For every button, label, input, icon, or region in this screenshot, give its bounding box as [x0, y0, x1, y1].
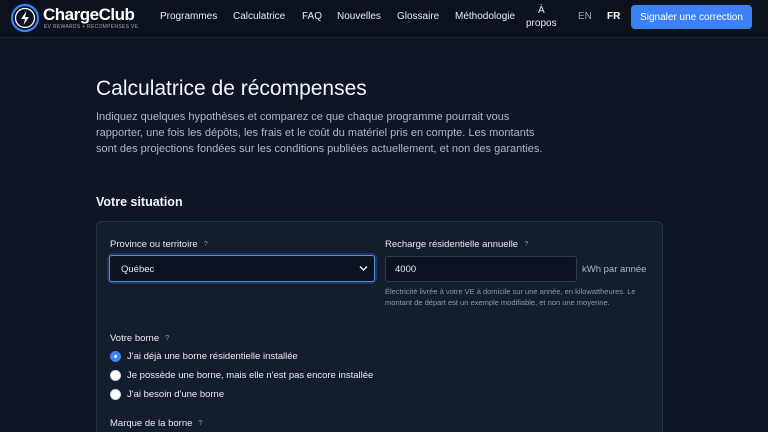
charger-option-label: J'ai déjà une borne résidentielle instal… [127, 351, 298, 362]
charger-brand-help-icon[interactable]: ? [198, 418, 202, 427]
charging-label-text: Recharge résidentielle annuelle [385, 239, 519, 250]
page-title: Calculatrice de récompenses [96, 77, 367, 100]
charging-hint: Électricité livrée à votre VE à domicile… [385, 287, 636, 307]
section-heading: Votre situation [96, 195, 183, 209]
nav-programmes[interactable]: Programmes [160, 11, 217, 22]
radio-button[interactable] [110, 370, 121, 381]
nav-a-propos-line1: À [537, 5, 545, 16]
charger-label: Votre borne? [110, 333, 169, 344]
nav-a-propos[interactable]: À propos [526, 4, 557, 30]
charging-label: Recharge résidentielle annuelle? [385, 239, 528, 250]
nav-a-propos-line2: propos [526, 18, 557, 29]
radio-button[interactable] [110, 389, 121, 400]
nav-nouvelles[interactable]: Nouvelles [337, 11, 381, 22]
report-correction-button[interactable]: Signaler une correction [631, 5, 752, 29]
nav-faq[interactable]: FAQ [302, 11, 322, 22]
language-fr[interactable]: FR [607, 11, 620, 22]
nav-glossaire[interactable]: Glossaire [397, 11, 439, 22]
nav-methodologie[interactable]: Méthodologie [455, 11, 515, 22]
province-label-text: Province ou territoire [110, 239, 198, 250]
plug-logo-icon [10, 3, 40, 33]
charger-brand-label: Marque de la borne? [110, 418, 203, 429]
brand-logo[interactable]: ChargeClub EV REWARDS + RÉCOMPENSES VE [10, 2, 146, 34]
intro-paragraph: Indiquez quelques hypothèses et comparez… [96, 111, 543, 156]
nav-calculatrice[interactable]: Calculatrice [233, 11, 285, 22]
charger-label-text: Votre borne [110, 333, 160, 344]
province-label: Province ou territoire? [110, 239, 208, 250]
brand-tagline: EV REWARDS + RÉCOMPENSES VE [44, 24, 139, 30]
top-navigation-bar: ChargeClub EV REWARDS + RÉCOMPENSES VE P… [0, 0, 768, 38]
language-en[interactable]: EN [578, 11, 592, 22]
province-select[interactable]: Québec [109, 255, 375, 282]
charging-help-icon[interactable]: ? [524, 239, 528, 248]
brand-name: ChargeClub [43, 5, 135, 24]
charger-option-label: J'ai besoin d'une borne [127, 389, 225, 400]
situation-form-card: Province ou territoire? Québec Recharge … [96, 221, 663, 432]
province-help-icon[interactable]: ? [204, 239, 208, 248]
radio-button-checked[interactable] [110, 351, 121, 362]
charger-option-label: Je possède une borne, mais elle n'est pa… [127, 370, 374, 381]
province-select-value: Québec [121, 264, 155, 275]
annual-charging-input[interactable] [385, 256, 577, 282]
charger-brand-label-text: Marque de la borne [110, 418, 193, 429]
charging-unit: kWh par année [582, 264, 647, 275]
chevron-down-icon [359, 265, 368, 272]
charger-help-icon[interactable]: ? [165, 333, 169, 342]
